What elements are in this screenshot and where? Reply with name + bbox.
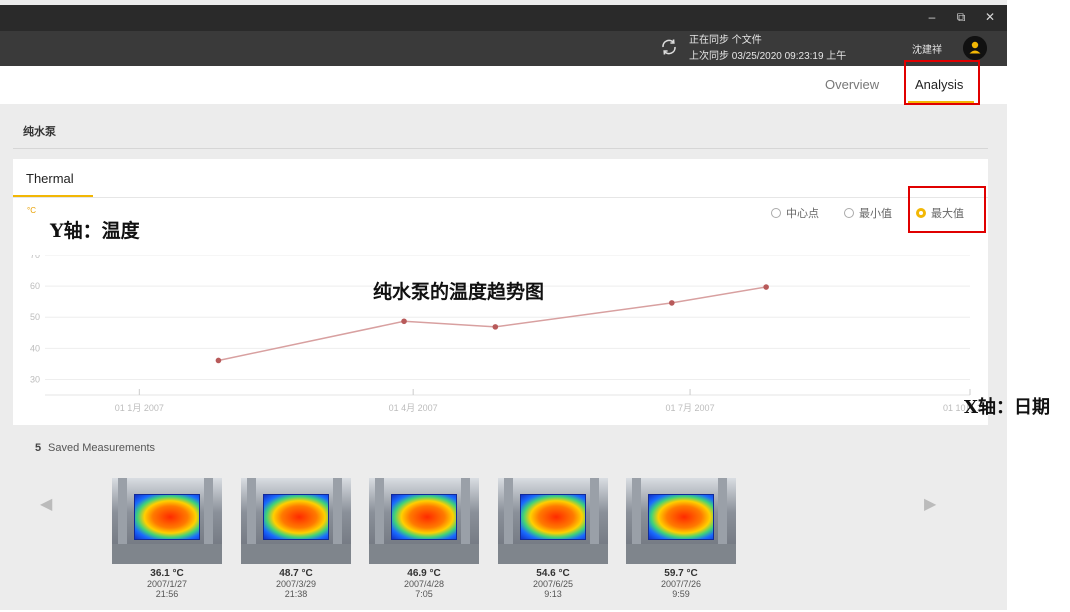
data-point[interactable] [669, 300, 675, 306]
y-axis-unit: °C [27, 206, 36, 215]
y-tick-label: 60 [30, 281, 40, 291]
title-bar: – ⧉ ✕ [0, 5, 1007, 31]
user-icon[interactable] [963, 36, 987, 60]
data-point[interactable] [492, 324, 499, 330]
y-tick-label: 50 [30, 312, 40, 322]
thermal-overlay [648, 494, 714, 540]
chart-title: 纯水泵的温度趋势图 [373, 281, 545, 303]
data-point[interactable] [215, 357, 222, 364]
measurement-date: 2007/6/25 [532, 579, 574, 589]
measurement-temp: 36.1 °C [150, 568, 184, 579]
chevron-right-icon[interactable]: ▶ [924, 494, 936, 514]
thermal-image [241, 478, 351, 564]
sync-icon[interactable] [658, 36, 680, 58]
measurement-time: 9:13 [544, 589, 562, 599]
x-tick-label: 01 7月 2007 [666, 403, 715, 413]
radio-center-point-label: 中心点 [786, 208, 819, 220]
measurement-thumbnail[interactable]: 59.7 °C 2007/7/26 9:59 [626, 478, 736, 612]
saved-measurements: 5 Saved Measurements ◀ ▶ 36.1 °C 2007/1/2… [13, 430, 988, 610]
measurement-date: 2007/1/27 [146, 579, 188, 589]
last-sync-time: 上次同步 03/25/2020 09:23:19 上午 [689, 51, 847, 62]
image-base [112, 544, 222, 564]
user-name: 沈建祥 [912, 45, 942, 56]
x-axis-annotation: X轴：日期 [964, 397, 1050, 418]
measurement-thumbnail[interactable]: 48.7 °C 2007/3/29 21:38 [241, 478, 351, 612]
measurement-time: 7:05 [415, 589, 433, 599]
image-base [498, 544, 608, 564]
data-point[interactable] [763, 284, 769, 290]
measurement-temp: 48.7 °C [279, 568, 313, 579]
measurement-thumbnail[interactable]: 46.9 °C 2007/4/28 7:05 [369, 478, 479, 612]
measurement-thumbnail[interactable]: 54.6 °C 2007/6/25 9:13 [498, 478, 608, 612]
y-tick-label: 70 [30, 255, 40, 260]
measurement-time: 21:38 [284, 589, 308, 599]
measurement-time: 9:59 [672, 589, 690, 599]
image-base [241, 544, 351, 564]
measurement-date: 2007/3/29 [275, 579, 317, 589]
measurement-temp: 59.7 °C [664, 568, 698, 579]
tab-overview[interactable]: Overview [825, 77, 879, 92]
radio-minimum-label: 最小值 [859, 208, 892, 220]
top-nav: Overview Analysis [0, 66, 1007, 104]
section-header: 纯水泵 [13, 111, 988, 149]
saved-count: 5 [35, 442, 42, 454]
minimize-button[interactable]: – [922, 10, 942, 24]
sync-status: 正在同步 个文件 [689, 35, 762, 46]
asset-title: 纯水泵 [23, 126, 56, 138]
measurement-temp: 54.6 °C [536, 568, 570, 579]
measurement-thumbnail[interactable]: 36.1 °C 2007/1/27 21:56 [112, 478, 222, 612]
thermal-overlay [391, 494, 457, 540]
thermal-image [112, 478, 222, 564]
chevron-left-icon[interactable]: ◀ [40, 494, 52, 514]
measurement-date: 2007/7/26 [660, 579, 702, 589]
thermal-image [498, 478, 608, 564]
x-tick-label: 01 1月 2007 [115, 403, 164, 413]
measurement-date: 2007/4/28 [403, 579, 445, 589]
thermal-image [626, 478, 736, 564]
thermal-overlay [520, 494, 586, 540]
thermal-overlay [134, 494, 200, 540]
radio-minimum-dot [844, 208, 854, 218]
sync-bar: 正在同步 个文件 上次同步 03/25/2020 09:23:19 上午 沈建祥 [0, 31, 1007, 66]
thermal-image [369, 478, 479, 564]
saved-label: Saved Measurements [48, 442, 155, 454]
measurement-temp: 46.9 °C [407, 568, 441, 579]
thermal-overlay [263, 494, 329, 540]
radio-center-point-dot [771, 208, 781, 218]
image-base [369, 544, 479, 564]
close-button[interactable]: ✕ [980, 10, 1000, 24]
image-base [626, 544, 736, 564]
data-point[interactable] [401, 318, 407, 325]
y-tick-label: 40 [30, 343, 40, 353]
tab-thermal[interactable]: Thermal [26, 171, 74, 186]
analysis-highlight-box [904, 60, 980, 105]
maximum-highlight-box [908, 186, 986, 233]
radio-center-point[interactable]: 中心点 [771, 205, 819, 221]
tab-divider [13, 197, 988, 198]
x-tick-label: 01 4月 2007 [389, 403, 438, 413]
radio-minimum[interactable]: 最小值 [844, 205, 892, 221]
restore-button[interactable]: ⧉ [951, 10, 971, 25]
y-axis-annotation: Y轴：温度 [50, 220, 140, 242]
measurement-time: 21:56 [155, 589, 179, 599]
app-window: – ⧉ ✕ 正在同步 个文件 上次同步 03/25/2020 09:23:19 … [0, 0, 1050, 610]
y-tick-label: 30 [30, 374, 40, 384]
